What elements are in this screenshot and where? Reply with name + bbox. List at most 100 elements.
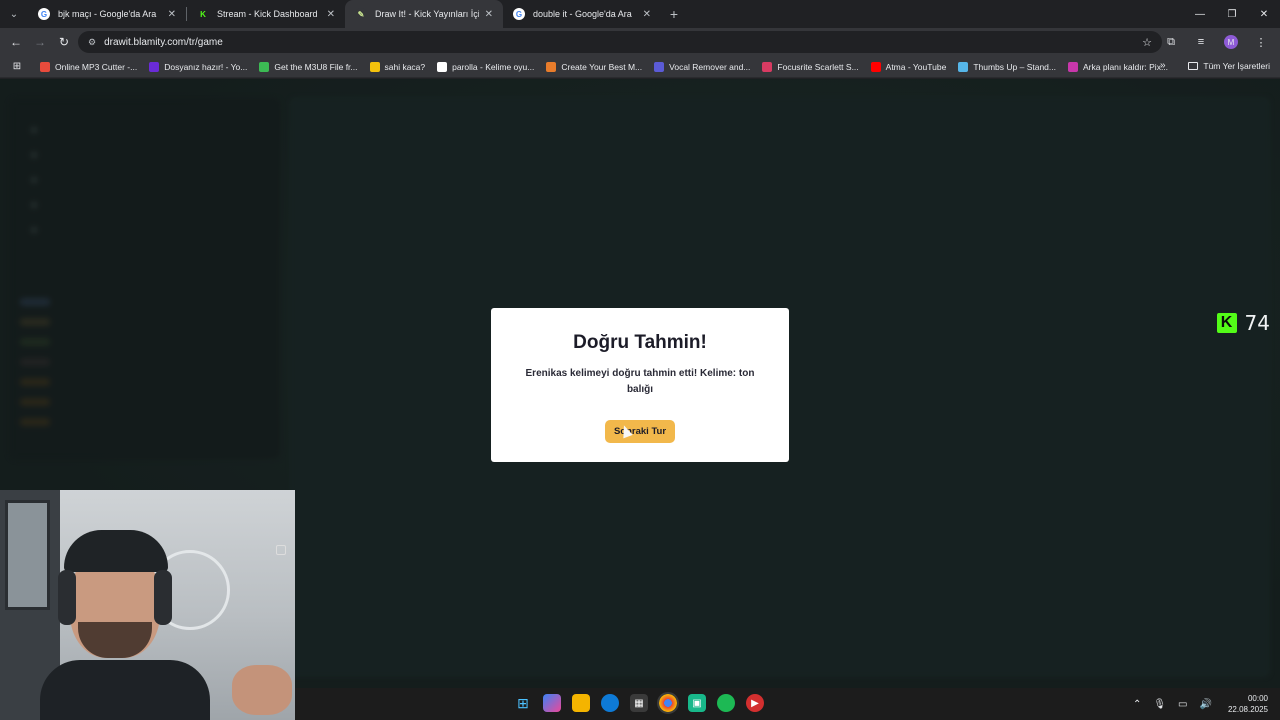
bookmark-favicon-icon [870, 61, 881, 72]
bookmark-label: Dosyanız hazır! - Yo... [164, 61, 248, 72]
bookmark-label: sahi kaca? [384, 61, 426, 72]
bookmark-label: Get the M3U8 File fr... [274, 61, 358, 72]
tab-title: double it - Google'da Ara [533, 9, 632, 19]
bookmark-star-icon[interactable]: ☆ [1142, 36, 1152, 49]
bookmark-favicon-icon [149, 61, 160, 72]
bookmark-favicon-icon [1068, 61, 1078, 72]
system-tray: ⌃ 🎙 ▭ 🔊 00:00 22.08.2025 [1121, 688, 1268, 720]
extensions-icon[interactable]: ⧉ [1156, 36, 1186, 49]
bookmark-label: Focusrite Scarlett S... [777, 61, 859, 72]
bookmark-list: Online MP3 Cutter -... Dosyanız hazır! - … [28, 61, 1169, 72]
bookmark-item[interactable]: Dosyanız hazır! - Yo... [149, 61, 248, 72]
edge-icon[interactable] [601, 694, 619, 712]
site-info-icon[interactable]: ⚙ [88, 37, 96, 48]
correct-guess-modal: Doğru Tahmin! Erenikas kelimeyi doğru ta… [491, 308, 789, 462]
modal-title: Doğru Tahmin! [573, 332, 707, 353]
google-icon: G [38, 8, 50, 20]
viewer-counter: K 74 [1216, 311, 1270, 335]
volume-icon[interactable]: 🔊 [1200, 699, 1212, 710]
bookmark-item[interactable]: Online MP3 Cutter -... [40, 61, 138, 72]
back-icon[interactable]: ← [4, 30, 28, 54]
webcam-hand [232, 665, 292, 715]
display-icon[interactable]: ▭ [1178, 699, 1187, 710]
tab-kick-dashboard[interactable]: K Stream - Kick Dashboard ✕ [187, 0, 345, 28]
bookmark-label: Online MP3 Cutter -... [55, 61, 138, 72]
close-icon[interactable]: ✕ [327, 9, 335, 20]
minimize-icon[interactable]: — [1184, 0, 1216, 28]
new-tab-button[interactable]: + [661, 0, 687, 28]
bookmark-favicon-icon [369, 61, 380, 72]
restore-icon[interactable]: ❐ [1216, 0, 1248, 28]
browser-toolbar: ← → ↻ ⚙ drawit.blamity.com/tr/game ☆ ⧉ ≡… [0, 28, 1280, 56]
bookmark-label: Create Your Best M... [561, 61, 643, 72]
bookmark-item[interactable]: sahi kaca? [369, 61, 426, 72]
media-player-icon[interactable]: ▶ [746, 694, 764, 712]
file-explorer-icon[interactable] [572, 694, 590, 712]
close-icon[interactable]: ✕ [643, 9, 651, 20]
tab-double-it[interactable]: G double it - Google'da Ara ✕ [503, 0, 661, 28]
clock-time: 00:00 [1247, 694, 1268, 703]
webcam-overlay [0, 490, 295, 720]
bookmark-favicon-icon [762, 61, 773, 72]
bookmark-favicon-icon [654, 61, 665, 72]
tab-strip: ⌄ G bjk maçı - Google'da Ara ✕ K Stream … [0, 0, 1280, 28]
app-icon[interactable]: ▣ [688, 694, 706, 712]
bookmark-item[interactable]: parolla - Kelime oyu... [437, 61, 535, 72]
bookmark-item[interactable]: Thumbs Up – Stand... [958, 61, 1056, 72]
bookmark-item[interactable]: Get the M3U8 File fr... [259, 61, 358, 72]
drawit-icon: ✎ [355, 8, 367, 20]
bookmark-item[interactable]: Vocal Remover and... [654, 61, 751, 72]
spotify-icon[interactable] [717, 694, 735, 712]
windows-start-icon[interactable]: ⊞ [514, 694, 532, 712]
bookmark-favicon-icon [546, 61, 557, 72]
menu-icon[interactable]: ⋮ [1246, 36, 1276, 49]
viewer-count: 74 [1244, 311, 1270, 335]
bookmark-item[interactable]: Atma - YouTube [870, 61, 946, 72]
bookmark-label: Thumbs Up – Stand... [973, 61, 1056, 72]
bookmarks-bar: ⊞ Online MP3 Cutter -... Dosyanız hazır! … [0, 56, 1280, 78]
chrome-icon[interactable] [657, 692, 679, 714]
media-control-icon[interactable]: ≡ [1186, 36, 1216, 48]
bookmark-favicon-icon [40, 61, 50, 72]
all-bookmarks[interactable]: Tüm Yer İşaretleri [1188, 61, 1270, 71]
bookmark-favicon-icon [259, 61, 270, 72]
clock-date: 22.08.2025 [1227, 705, 1268, 714]
url-text[interactable]: drawit.blamity.com/tr/game [104, 37, 1142, 48]
reload-icon[interactable]: ↻ [52, 30, 76, 54]
all-bookmarks-label: Tüm Yer İşaretleri [1203, 61, 1270, 71]
bookmark-favicon-icon [437, 61, 448, 72]
profile-avatar[interactable]: M [1224, 35, 1238, 49]
webcam-streamer [40, 530, 210, 720]
forward-icon[interactable]: → [28, 30, 52, 54]
bookmark-label: parolla - Kelime oyu... [452, 61, 535, 72]
kick-icon: K [197, 8, 209, 20]
address-bar[interactable]: ⚙ drawit.blamity.com/tr/game ☆ [78, 31, 1162, 53]
close-icon[interactable]: ✕ [168, 9, 176, 20]
bookmark-label: Arka planı kaldır: Pix... [1083, 61, 1169, 72]
modal-message: Erenikas kelimeyi doğru tahmin etti! Kel… [525, 368, 755, 395]
bookmark-favicon-icon [958, 61, 969, 72]
bookmark-item[interactable]: Arka planı kaldır: Pix... [1068, 61, 1169, 72]
tab-draw-it[interactable]: ✎ Draw It! - Kick Yayınları İçin Çiz ✕ [345, 0, 503, 28]
tab-title: Draw It! - Kick Yayınları İçin Çiz [375, 9, 479, 19]
window-close-icon[interactable]: ✕ [1248, 0, 1280, 28]
apps-grid-icon[interactable]: ⊞ [6, 61, 28, 72]
tab-bjk[interactable]: G bjk maçı - Google'da Ara ✕ [28, 0, 186, 28]
microphone-icon[interactable]: 🎙 [1153, 699, 1166, 710]
bookmark-item[interactable]: Create Your Best M... [546, 61, 643, 72]
tab-search-icon[interactable]: ⌄ [0, 0, 28, 28]
more-bookmarks-icon[interactable]: » [1160, 60, 1166, 71]
tab-title: Stream - Kick Dashboard [217, 9, 318, 19]
next-round-button[interactable]: Sonraki Tur [605, 420, 675, 443]
window-controls: — ❐ ✕ [1184, 0, 1280, 28]
store-icon[interactable]: ▦ [630, 694, 648, 712]
tray-chevron-icon[interactable]: ⌃ [1133, 699, 1141, 710]
webcam-wall-switch [276, 545, 286, 555]
copilot-icon[interactable] [543, 694, 561, 712]
folder-icon [1188, 62, 1199, 70]
google-icon: G [513, 8, 525, 20]
close-icon[interactable]: ✕ [485, 9, 493, 20]
clock[interactable]: 00:00 22.08.2025 [1228, 693, 1268, 715]
bookmark-label: Vocal Remover and... [669, 61, 751, 72]
bookmark-item[interactable]: Focusrite Scarlett S... [762, 61, 859, 72]
